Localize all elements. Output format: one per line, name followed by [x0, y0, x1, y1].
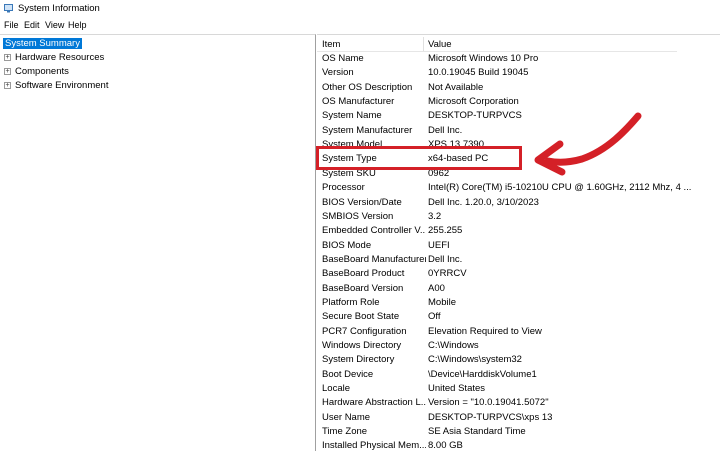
table-row[interactable]: Locale United States: [317, 382, 720, 396]
value-cell: C:\Windows: [428, 340, 479, 351]
table-row[interactable]: System Directory C:\Windows\system32: [317, 353, 720, 367]
item-cell: Hardware Abstraction L...: [322, 397, 426, 409]
item-cell: BIOS Version/Date: [322, 196, 402, 208]
table-row[interactable]: BIOS Mode UEFI: [317, 239, 720, 253]
value-cell: Version = "10.0.19041.5072": [428, 397, 549, 409]
highlight-box: [316, 146, 522, 170]
menu-bar: File Edit View Help: [0, 18, 720, 33]
item-cell: User Name: [322, 411, 371, 423]
system-info-icon: [4, 4, 13, 13]
item-cell: Locale: [322, 383, 350, 395]
value-cell: 3.2: [428, 210, 442, 222]
value-cell: Mobile: [428, 296, 456, 308]
item-cell: BaseBoard Product: [322, 268, 405, 280]
item-cell: Processor: [322, 182, 365, 194]
tree-item-label: Hardware Resources: [15, 52, 105, 63]
table-row[interactable]: Embedded Controller V... 255.255: [317, 224, 720, 238]
item-cell: Time Zone: [322, 426, 368, 438]
expand-icon[interactable]: +: [4, 54, 11, 61]
value-cell: 10.0.19045 Build 19045: [428, 67, 529, 79]
item-cell: Windows Directory: [322, 340, 402, 351]
item-cell: Installed Physical Mem...: [322, 440, 426, 451]
item-cell: SMBIOS Version: [322, 210, 394, 222]
title-bar: System Information: [0, 0, 720, 17]
value-cell: Intel(R) Core(TM) i5-10210U CPU @ 1.60GH…: [428, 182, 692, 194]
expand-icon[interactable]: +: [4, 82, 11, 89]
item-cell: BaseBoard Manufacturer: [322, 253, 426, 265]
value-cell: C:\Windows\system32: [428, 354, 522, 366]
menu-help[interactable]: Help: [68, 20, 87, 30]
value-cell: Elevation Required to View: [428, 325, 542, 337]
value-cell: UEFI: [428, 239, 450, 251]
item-cell: OS Manufacturer: [322, 96, 395, 108]
item-cell: Platform Role: [322, 296, 380, 308]
value-cell: Off: [428, 311, 441, 323]
item-cell: BaseBoard Version: [322, 282, 404, 294]
value-cell: United States: [428, 383, 486, 395]
window-title: System Information: [18, 3, 100, 14]
value-cell: \Device\HarddiskVolume1: [428, 368, 537, 380]
table-row[interactable]: User Name DESKTOP-TURPVCS\xps 13: [317, 411, 720, 425]
table-row[interactable]: BaseBoard Product 0YRRCV: [317, 267, 720, 281]
column-divider[interactable]: [423, 37, 424, 51]
table-header: Item Value: [317, 37, 677, 52]
menu-file[interactable]: File: [4, 20, 19, 30]
expand-icon[interactable]: +: [4, 68, 11, 75]
value-cell: Dell Inc.: [428, 253, 463, 265]
item-cell: Other OS Description: [322, 81, 413, 93]
value-cell: Microsoft Corporation: [428, 96, 519, 108]
table-row[interactable]: BaseBoard Version A00: [317, 282, 720, 296]
menu-view[interactable]: View: [45, 20, 64, 30]
table-row[interactable]: BaseBoard Manufacturer Dell Inc.: [317, 253, 720, 267]
table-row[interactable]: OS Manufacturer Microsoft Corporation: [317, 95, 720, 109]
value-cell: A00: [428, 282, 445, 294]
category-tree: System Summary + Hardware Resources + Co…: [0, 34, 316, 451]
column-header-value[interactable]: Value: [428, 39, 452, 50]
table-row[interactable]: OS Name Microsoft Windows 10 Pro: [317, 52, 720, 66]
item-cell: System Name: [322, 110, 382, 122]
table-row[interactable]: Boot Device \Device\HarddiskVolume1: [317, 368, 720, 382]
item-cell: System Directory: [322, 354, 395, 366]
tree-item-label: System Summary: [3, 38, 82, 49]
item-cell: BIOS Mode: [322, 239, 372, 251]
value-cell: Microsoft Windows 10 Pro: [428, 53, 539, 64]
table-row[interactable]: Secure Boot State Off: [317, 310, 720, 324]
value-cell: 0YRRCV: [428, 268, 467, 280]
table-row[interactable]: PCR7 Configuration Elevation Required to …: [317, 325, 720, 339]
menu-edit[interactable]: Edit: [24, 20, 40, 30]
item-cell: OS Name: [322, 53, 364, 64]
item-cell: Secure Boot State: [322, 311, 400, 323]
table-row[interactable]: Version 10.0.19045 Build 19045: [317, 66, 720, 80]
item-cell: Boot Device: [322, 368, 374, 380]
value-cell: DESKTOP-TURPVCS\xps 13: [428, 411, 553, 423]
table-row[interactable]: BIOS Version/Date Dell Inc. 1.20.0, 3/10/…: [317, 196, 720, 210]
item-cell: PCR7 Configuration: [322, 325, 407, 337]
value-cell: Dell Inc. 1.20.0, 3/10/2023: [428, 196, 539, 208]
value-cell: SE Asia Standard Time: [428, 426, 526, 438]
table-row[interactable]: Hardware Abstraction L... Version = "10.0…: [317, 396, 720, 410]
value-cell: 255.255: [428, 225, 463, 237]
table-row[interactable]: Platform Role Mobile: [317, 296, 720, 310]
red-arrow-icon: [534, 112, 642, 176]
value-cell: 8.00 GB: [428, 440, 463, 451]
tree-item-label: Software Environment: [15, 80, 109, 91]
table-row[interactable]: Other OS Description Not Available: [317, 81, 720, 95]
table-row[interactable]: Processor Intel(R) Core(TM) i5-10210U CPU…: [317, 181, 720, 195]
tree-item-label: Components: [15, 66, 69, 77]
column-header-item[interactable]: Item: [322, 39, 340, 50]
value-cell: Not Available: [428, 81, 484, 93]
details-table: Item Value OS Name Microsoft Windows 10 P…: [317, 34, 720, 451]
table-row[interactable]: Windows Directory C:\Windows: [317, 339, 720, 353]
item-cell: Version: [322, 67, 354, 79]
table-row[interactable]: Time Zone SE Asia Standard Time: [317, 425, 720, 439]
table-row[interactable]: SMBIOS Version 3.2: [317, 210, 720, 224]
item-cell: Embedded Controller V...: [322, 225, 426, 237]
item-cell: System Manufacturer: [322, 124, 413, 136]
tree-item-system-summary[interactable]: System Summary: [3, 37, 82, 50]
table-row[interactable]: Installed Physical Mem... 8.00 GB: [317, 439, 720, 451]
